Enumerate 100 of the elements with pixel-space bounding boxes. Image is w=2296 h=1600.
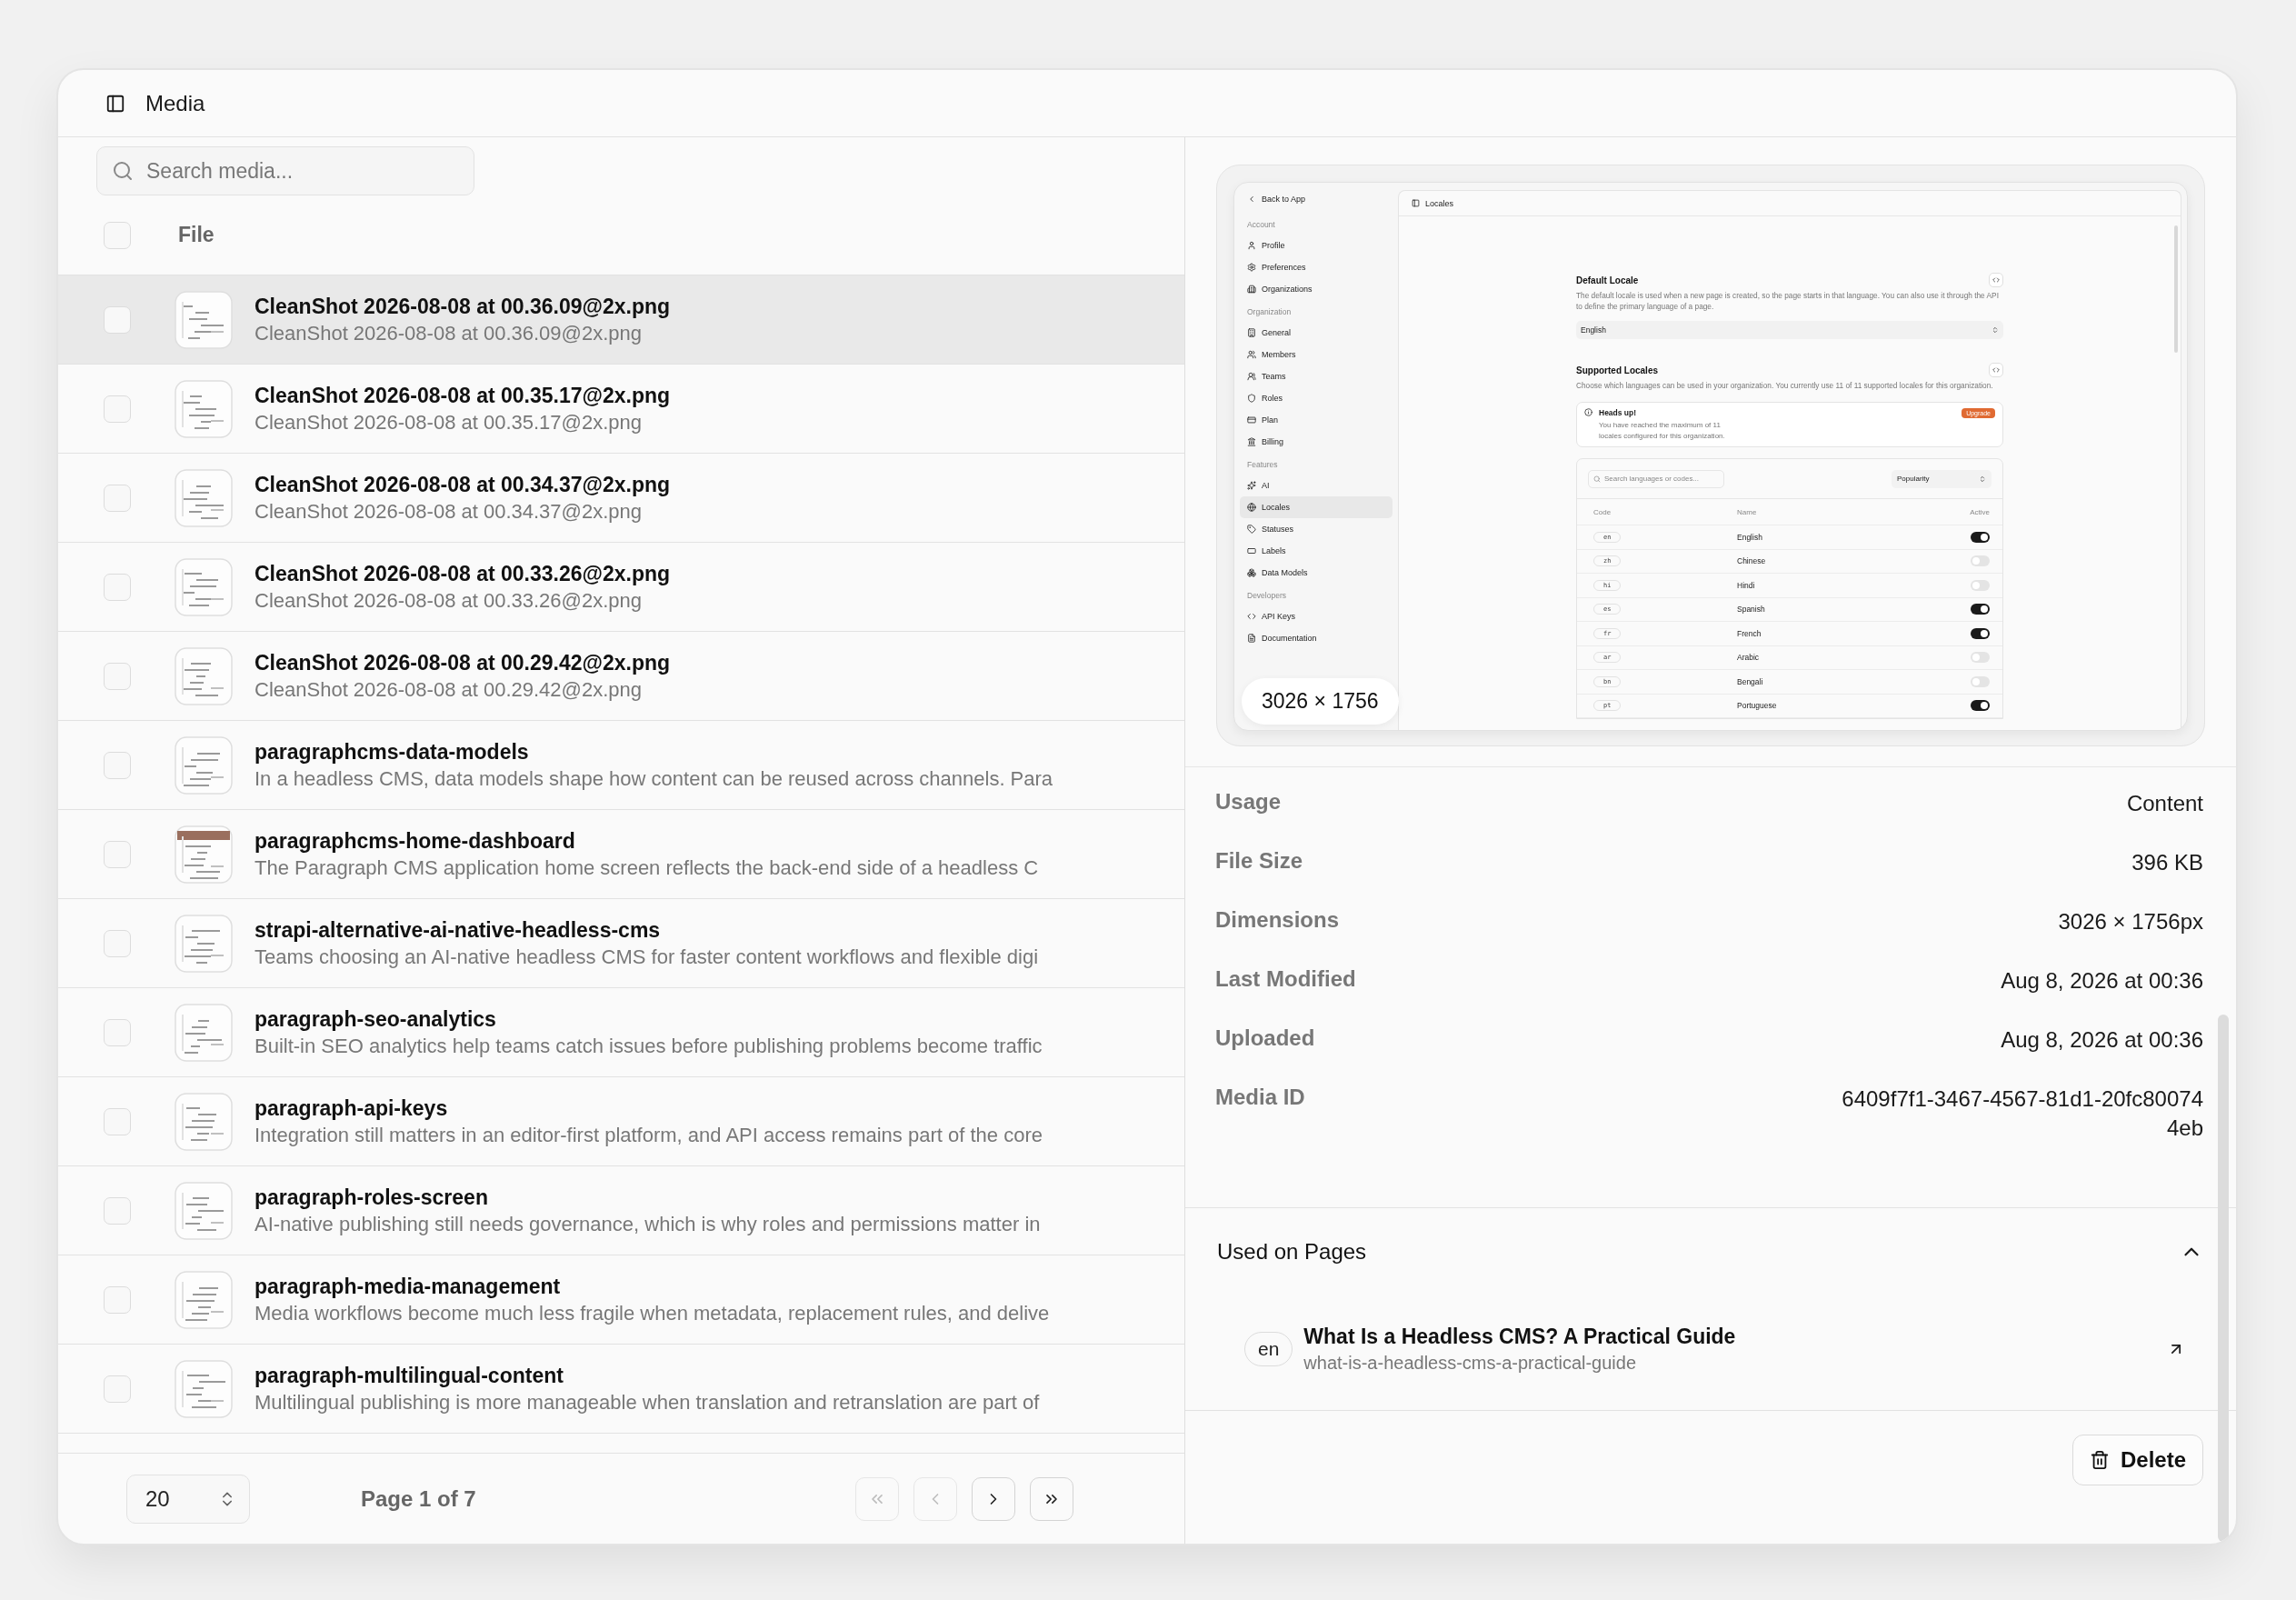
- file-row[interactable]: paragraphcms-home-dashboard The Paragraph CMS application home screen reflects the back-end side of a headless C: [58, 810, 1184, 899]
- nav-item[interactable]: Statuses: [1240, 518, 1393, 540]
- locale-select[interactable]: English: [1576, 321, 2003, 340]
- toggle-switch[interactable]: [1971, 652, 1990, 664]
- file-row[interactable]: CleanShot 2026-08-08 at 00.36.09@2x.png CleanShot 2026-08-08 at 00.36.09@2x.png: [58, 275, 1184, 365]
- row-checkbox[interactable]: [104, 573, 131, 601]
- nav-item[interactable]: Members: [1240, 344, 1393, 365]
- column-header: File: [178, 223, 215, 247]
- code-button[interactable]: [1989, 273, 2003, 287]
- search-icon: [1593, 475, 1601, 483]
- file-name: CleanShot 2026-08-08 at 00.35.17@2x.png: [255, 383, 671, 408]
- nav-item[interactable]: General: [1240, 322, 1393, 344]
- detail-value: Aug 8, 2026 at 00:36: [2001, 1026, 2203, 1054]
- nav-item[interactable]: Plan: [1240, 409, 1393, 431]
- row-checkbox[interactable]: [104, 751, 131, 779]
- code-button[interactable]: [1989, 363, 2003, 378]
- file-name: paragraph-multilingual-content: [255, 1363, 564, 1388]
- file-name: paragraphcms-data-models: [255, 739, 530, 765]
- search-input[interactable]: Search media...: [145, 157, 454, 185]
- locale-name: Arabic: [1737, 653, 1761, 663]
- row-checkbox[interactable]: [104, 1285, 131, 1314]
- sidebar-toggle-icon[interactable]: [105, 93, 125, 114]
- nav-item[interactable]: Organizations: [1240, 278, 1393, 300]
- file-row[interactable]: CleanShot 2026-08-08 at 00.29.42@2x.png CleanShot 2026-08-08 at 00.29.42@2x.png: [58, 632, 1184, 721]
- row-checkbox[interactable]: [104, 1018, 131, 1046]
- page-title[interactable]: What Is a Headless CMS? A Practical Guide: [1303, 1324, 1736, 1349]
- file-row[interactable]: paragraphcms-data-models In a headless CMS, data models shape how content can be reused across channels. Para: [58, 721, 1184, 810]
- file-name: paragraphcms-home-dashboard: [255, 828, 576, 854]
- nav-item[interactable]: Labels: [1240, 540, 1393, 562]
- file-row[interactable]: paragraph-multilingual-content Multilingual publishing is more manageable when translation and retranslation are part of: [58, 1345, 1184, 1434]
- row-checkbox[interactable]: [104, 1196, 131, 1225]
- nav-item[interactable]: Data Models: [1240, 562, 1393, 584]
- nav-group-label: Account: [1246, 219, 1276, 231]
- column-header: Active: [1970, 507, 1990, 516]
- toggle-switch[interactable]: [1971, 555, 1990, 567]
- scrollbar[interactable]: [2174, 225, 2178, 353]
- sort-select[interactable]: Popularity: [1892, 469, 1992, 488]
- file-row[interactable]: strapi-alternative-ai-native-headless-cms Teams choosing an AI-native headless CMS for faster content workflows and flexible digi: [58, 899, 1184, 988]
- section-description: The default locale is used when a new page is created, so the page starts in that language. You can also use it through the API to define the primary language of a page.: [1576, 290, 2000, 313]
- file-description: CleanShot 2026-08-08 at 00.33.26@2x.png: [255, 588, 643, 613]
- tag-icon: [1247, 525, 1256, 534]
- search-field[interactable]: Search media...: [96, 146, 474, 195]
- chevrons-up-down-icon: [1992, 326, 1999, 335]
- nav-item[interactable]: Preferences: [1240, 256, 1393, 278]
- file-row[interactable]: CleanShot 2026-08-08 at 00.35.17@2x.png CleanShot 2026-08-08 at 00.35.17@2x.png: [58, 365, 1184, 454]
- row-checkbox[interactable]: [104, 840, 131, 868]
- page-indicator: Page 1 of 7: [361, 1485, 476, 1512]
- alert-message: You have reached the maximum of 11 locales configured for this organization.: [1599, 420, 1726, 442]
- sidebar-toggle-icon[interactable]: [1412, 199, 1420, 207]
- select-all-checkbox[interactable]: [104, 221, 131, 249]
- file-row[interactable]: CleanShot 2026-08-08 at 00.33.26@2x.png CleanShot 2026-08-08 at 00.33.26@2x.png: [58, 543, 1184, 632]
- file-name: CleanShot 2026-08-08 at 00.33.26@2x.png: [255, 561, 671, 586]
- page-size-select[interactable]: 20: [126, 1474, 250, 1524]
- nav-item[interactable]: Billing: [1240, 431, 1393, 453]
- locale-name: Bengali: [1737, 677, 1764, 686]
- back-link[interactable]: Back to App: [1240, 192, 1393, 206]
- file-description: CleanShot 2026-08-08 at 00.35.17@2x.png: [255, 410, 643, 435]
- nav-group-label: Developers: [1246, 590, 1287, 602]
- detail-label: Usage: [1215, 789, 1282, 815]
- chevron-left-icon: [1247, 195, 1256, 204]
- toggle-switch[interactable]: [1971, 676, 1990, 687]
- nav-item[interactable]: Teams: [1240, 365, 1393, 387]
- nav-item[interactable]: AI: [1240, 475, 1393, 496]
- locale-name: French: [1737, 629, 1762, 638]
- row-checkbox[interactable]: [104, 395, 131, 423]
- file-name: paragraph-seo-analytics: [255, 1006, 497, 1032]
- toggle-switch[interactable]: [1971, 532, 1990, 543]
- toggle-switch[interactable]: [1971, 580, 1990, 591]
- last-page-button[interactable]: [1030, 1476, 1073, 1521]
- delete-button[interactable]: Delete: [2071, 1434, 2203, 1485]
- nav-item[interactable]: Locales: [1240, 496, 1393, 518]
- search-field[interactable]: Search languages or codes...: [1588, 469, 1724, 488]
- row-checkbox[interactable]: [104, 662, 131, 690]
- row-checkbox[interactable]: [104, 1375, 131, 1403]
- file-row[interactable]: paragraph-roles-screen AI-native publishing still needs governance, which is why roles and permissions matter in: [58, 1166, 1184, 1255]
- row-checkbox[interactable]: [104, 1107, 131, 1135]
- nav-item[interactable]: Profile: [1240, 235, 1393, 256]
- toggle-switch[interactable]: [1971, 628, 1990, 639]
- alert-title: Heads up!: [1599, 408, 1638, 419]
- file-row[interactable]: paragraph-media-management Media workflows become much less fragile when metadata, replacement rules, and delive: [58, 1255, 1184, 1345]
- sparkles-icon: [1247, 481, 1256, 490]
- nav-item[interactable]: API Keys: [1240, 605, 1393, 627]
- row-checkbox[interactable]: [104, 929, 131, 957]
- file-row[interactable]: paragraph-seo-analytics Built-in SEO analytics help teams catch issues before publishing problems become traffic: [58, 988, 1184, 1077]
- toggle-switch[interactable]: [1971, 604, 1990, 615]
- toggle-switch[interactable]: [1971, 700, 1990, 712]
- detail-value: 396 KB: [2131, 849, 2203, 876]
- file-name: CleanShot 2026-08-08 at 00.29.42@2x.png: [255, 650, 671, 675]
- bank-icon: [1247, 437, 1256, 446]
- code-icon: [1992, 366, 2000, 375]
- next-page-button[interactable]: [972, 1476, 1015, 1521]
- nav-item[interactable]: Roles: [1240, 387, 1393, 409]
- file-row[interactable]: paragraph-api-keys Integration still matters in an editor-first platform, and API access remains part of the core: [58, 1077, 1184, 1166]
- scrollbar[interactable]: [2218, 1015, 2229, 1542]
- trash-icon: [2089, 1449, 2110, 1470]
- row-checkbox[interactable]: [104, 305, 131, 334]
- file-row[interactable]: CleanShot 2026-08-08 at 00.34.37@2x.png CleanShot 2026-08-08 at 00.34.37@2x.png: [58, 454, 1184, 543]
- row-checkbox[interactable]: [104, 484, 131, 512]
- nav-item[interactable]: Documentation: [1240, 627, 1393, 649]
- locale-name: Spanish: [1737, 605, 1766, 615]
